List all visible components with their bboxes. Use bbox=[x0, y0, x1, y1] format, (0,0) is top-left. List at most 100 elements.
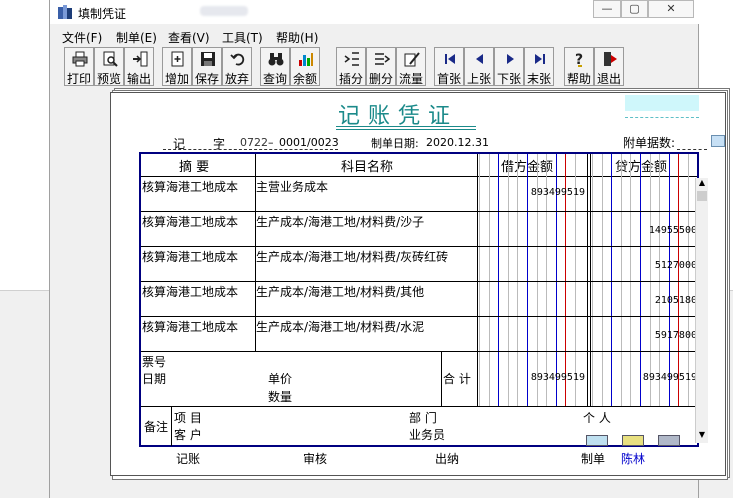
scroll-down-arrow[interactable]: ▼ bbox=[697, 430, 707, 442]
header-underline bbox=[163, 149, 338, 150]
search-icon[interactable] bbox=[711, 135, 725, 147]
voucher-window: 填制凭证 — ▢ ✕ 文件(F) 制单(E) 查看(V) 工具(T) 帮助(H)… bbox=[49, 0, 730, 498]
last-voucher-button[interactable]: 末张 bbox=[524, 47, 554, 86]
prev-voucher-button[interactable]: 上张 bbox=[464, 47, 494, 86]
ruling-line bbox=[688, 154, 689, 406]
exit-button[interactable]: 退出 bbox=[594, 47, 624, 86]
save-icon bbox=[201, 52, 215, 66]
prev-icon bbox=[476, 54, 483, 64]
row-credit[interactable]: 14955500 bbox=[593, 225, 697, 236]
row-summary[interactable]: 核算海港工地成本 bbox=[142, 178, 238, 195]
cashier-label: 出纳 bbox=[435, 452, 460, 466]
row-summary[interactable]: 核算海港工地成本 bbox=[142, 248, 238, 265]
total-bottom-line bbox=[141, 406, 697, 407]
query-button[interactable]: 查询 bbox=[260, 47, 290, 86]
row-summary[interactable]: 核算海港工地成本 bbox=[142, 213, 238, 230]
ruling-line bbox=[592, 154, 593, 406]
menu-voucher[interactable]: 制单(E) bbox=[116, 29, 157, 46]
menu-bar: 文件(F) 制单(E) 查看(V) 工具(T) 帮助(H) bbox=[50, 26, 700, 46]
next-icon bbox=[507, 54, 514, 64]
row-divider bbox=[141, 246, 697, 247]
row-summary[interactable]: 核算海港工地成本 bbox=[142, 318, 238, 335]
row-credit[interactable]: 5127000 bbox=[593, 260, 697, 271]
ledger-icon[interactable] bbox=[622, 435, 644, 446]
ruling-line bbox=[659, 154, 661, 406]
row-summary[interactable]: 核算海港工地成本 bbox=[142, 283, 238, 300]
row-credit[interactable]: 5917800 bbox=[593, 330, 697, 341]
first-voucher-button[interactable]: 首张 bbox=[434, 47, 464, 86]
printer-icon bbox=[72, 51, 88, 67]
row-account[interactable]: 生产成本/海港工地/材料费/沙子 bbox=[256, 213, 424, 230]
print-button[interactable]: 打印 bbox=[64, 47, 94, 86]
column-header-summary: 摘 要 bbox=[179, 160, 210, 175]
menu-tools[interactable]: 工具(T) bbox=[222, 29, 263, 46]
export-button[interactable]: 输出 bbox=[124, 47, 154, 86]
total-credit: 893499519 bbox=[642, 372, 697, 383]
blurred-title-suffix bbox=[200, 6, 248, 16]
voucher-grid: 摘 要 科目名称 借方金额 贷方金额 核算海港工地成本 主营业务成本 89349… bbox=[139, 152, 699, 447]
help-icon: ? bbox=[575, 52, 583, 67]
preview-button[interactable]: 预览 bbox=[94, 47, 124, 86]
voucher-paper: 记账凭证 记 字 0722 – 0001/0023 制单日期: 2020.12.… bbox=[110, 92, 726, 476]
menu-help[interactable]: 帮助(H) bbox=[276, 29, 318, 46]
insert-entry-button[interactable]: 插分 bbox=[336, 47, 366, 86]
balance-chart-icon bbox=[299, 53, 313, 66]
ruling-line bbox=[630, 154, 632, 406]
menu-file[interactable]: 文件(F) bbox=[62, 29, 102, 46]
window-title: 填制凭证 bbox=[78, 7, 127, 21]
exit-icon bbox=[604, 52, 617, 66]
balance-button[interactable]: 余额 bbox=[290, 47, 320, 86]
row-debit[interactable]: 893499519 bbox=[481, 187, 585, 198]
attachments-field[interactable] bbox=[677, 149, 707, 150]
row-account[interactable]: 生产成本/海港工地/材料费/其他 bbox=[256, 283, 424, 300]
help-button[interactable]: ? 帮助 bbox=[564, 47, 594, 86]
dept-label: 部 门 bbox=[409, 411, 437, 425]
unit-price-label: 单价 bbox=[268, 372, 293, 386]
voucher-number-field[interactable]: 0001/0023 bbox=[279, 136, 339, 149]
ruling-line bbox=[649, 154, 651, 406]
title-underline bbox=[336, 129, 476, 130]
delete-entry-button[interactable]: 删分 bbox=[366, 47, 396, 86]
grid-scrollbar[interactable]: ▲ ▼ bbox=[695, 178, 708, 443]
ruling-line bbox=[620, 154, 622, 406]
calculator-icon[interactable] bbox=[658, 435, 680, 446]
date-field-label: 日期 bbox=[142, 372, 167, 386]
export-icon bbox=[133, 51, 148, 67]
attachments-label: 附单据数: bbox=[623, 136, 676, 150]
salesman-label: 业务员 bbox=[409, 428, 446, 442]
voucher-date-field[interactable]: 2020.12.31 bbox=[426, 136, 489, 149]
date-label: 制单日期: bbox=[371, 137, 419, 150]
discard-button[interactable]: 放弃 bbox=[222, 47, 252, 86]
voucher-flag-field[interactable] bbox=[625, 95, 699, 111]
row-divider bbox=[141, 351, 697, 352]
menu-view[interactable]: 查看(V) bbox=[168, 29, 210, 46]
ruling-line bbox=[668, 154, 670, 406]
close-button[interactable]: ✕ bbox=[648, 0, 694, 18]
header-divider bbox=[141, 176, 697, 177]
scroll-up-arrow[interactable]: ▲ bbox=[697, 178, 707, 190]
scroll-thumb[interactable] bbox=[697, 191, 707, 201]
row-credit[interactable]: 2105180 bbox=[593, 295, 697, 306]
next-voucher-button[interactable]: 下张 bbox=[494, 47, 524, 86]
quantity-label: 数量 bbox=[268, 390, 293, 404]
row-account[interactable]: 主营业务成本 bbox=[256, 178, 328, 195]
bill-no-label: 票号 bbox=[142, 355, 167, 369]
total-debit: 893499519 bbox=[530, 372, 585, 383]
first-icon bbox=[445, 54, 455, 64]
svg-text:?: ? bbox=[575, 52, 583, 67]
minimize-button[interactable]: — bbox=[593, 0, 621, 18]
card-icon[interactable] bbox=[586, 435, 608, 446]
row-account[interactable]: 生产成本/海港工地/材料费/灰砖红砖 bbox=[256, 248, 448, 265]
maximize-button[interactable]: ▢ bbox=[621, 0, 648, 18]
binoculars-icon bbox=[268, 53, 284, 66]
cashflow-button[interactable]: 流量 bbox=[396, 47, 426, 86]
save-button[interactable]: 保存 bbox=[192, 47, 222, 86]
add-icon bbox=[171, 51, 184, 67]
person-label: 个 人 bbox=[583, 411, 611, 425]
number-dash: – bbox=[268, 136, 274, 149]
customer-label: 客 户 bbox=[174, 428, 202, 442]
row-account[interactable]: 生产成本/海港工地/材料费/水泥 bbox=[256, 318, 424, 335]
project-label: 项 目 bbox=[174, 411, 202, 425]
column-divider bbox=[590, 154, 591, 406]
add-button[interactable]: 增加 bbox=[162, 47, 192, 86]
